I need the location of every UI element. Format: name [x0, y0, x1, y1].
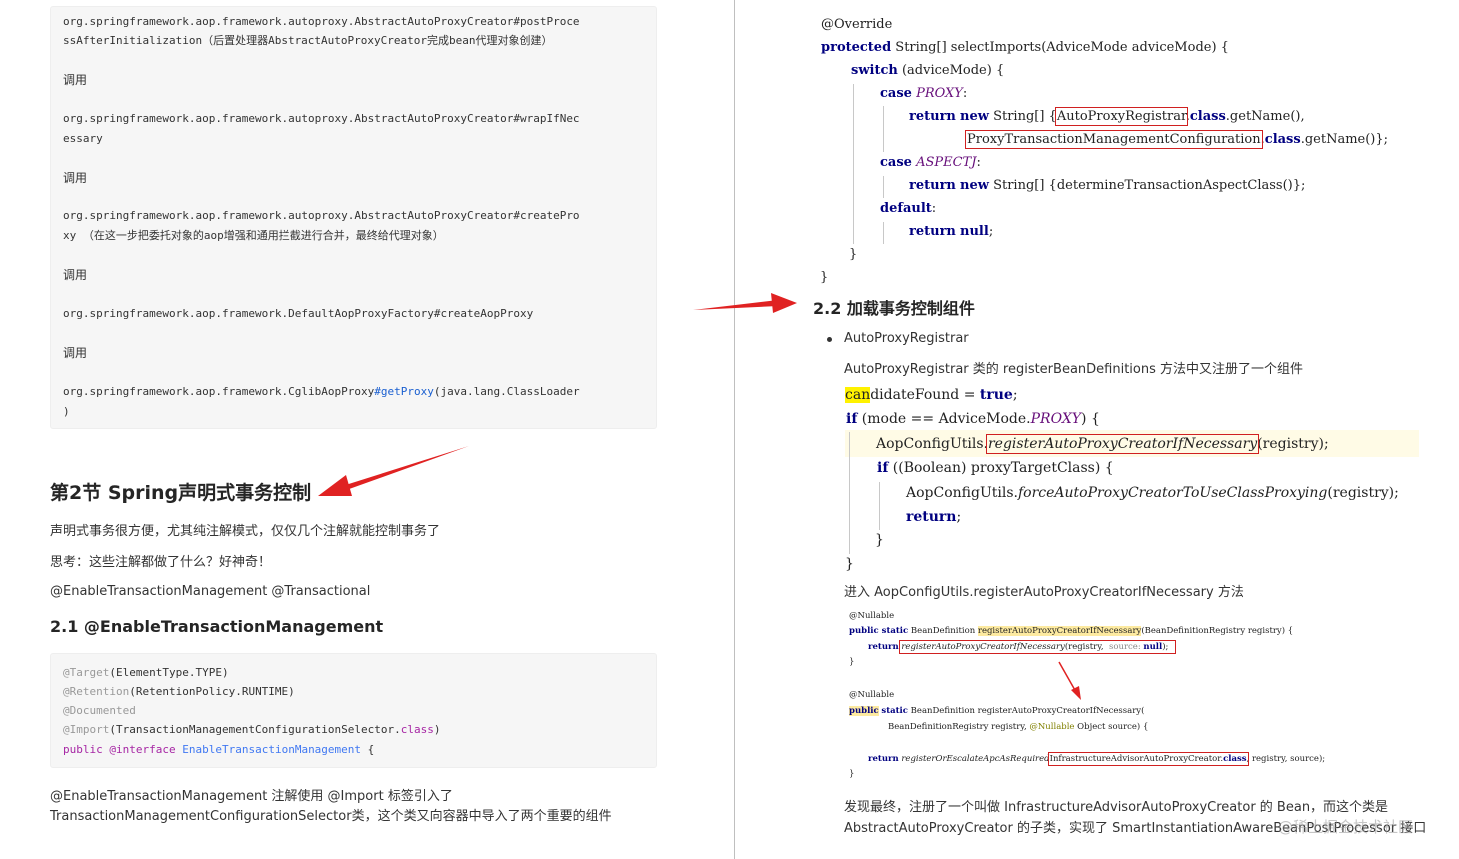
code-line: AopConfigUtils.registerAutoProxyCreatorI…	[876, 434, 1329, 454]
code-line: case PROXY:	[880, 86, 968, 101]
code-line: }	[849, 247, 858, 262]
code-line: protected String[] selectImports(AdviceM…	[821, 40, 1229, 55]
watermark: @稀土掘金技术社区	[1278, 818, 1414, 836]
paragraph: 进入 AopConfigUtils.registerAutoProxyCreat…	[844, 585, 1244, 600]
code-line: return registerOrEscalateApcAsRequiredIn…	[868, 752, 1326, 766]
code-line: switch (adviceMode) {	[851, 63, 1005, 78]
code-line: }	[849, 769, 855, 779]
code-line: case ASPECTJ:	[880, 155, 981, 170]
section-title: 第2节 Spring声明式事务控制	[50, 482, 312, 504]
indent-guide	[883, 176, 884, 198]
code-block-call-chain: org.springframework.aop.framework.autopr…	[50, 6, 657, 429]
code-line: ssAfterInitialization（后置处理器AbstractAutoP…	[63, 34, 553, 47]
indent-guide	[883, 222, 884, 244]
paragraph: TransactionManagementConfigurationSelect…	[50, 809, 612, 824]
code-line: org.springframework.aop.framework.autopr…	[63, 15, 580, 28]
highlight-box: InfrastructureAdvisorAutoProxyCreator.cl…	[1047, 752, 1249, 766]
code-line: 调用	[63, 268, 88, 282]
code-line: 调用	[63, 73, 88, 87]
indent-guide	[879, 482, 880, 530]
highlight-box: ProxyTransactionManagementConfiguration	[965, 130, 1263, 149]
section-title: 2.2 加载事务控制组件	[813, 299, 975, 318]
code-line: return new String[] {AutoProxyRegistrar.…	[909, 107, 1305, 126]
paragraph: 声明式事务很方便，尤其纯注解模式，仅仅几个注解就能控制事务了	[50, 524, 441, 539]
code-line: ProxyTransactionManagementConfiguration.…	[965, 130, 1389, 149]
code-line: }	[875, 532, 884, 548]
code-line: xy （在这一步把委托对象的aop增强和通用拦截进行合并，最终给代理对象）	[63, 229, 444, 242]
code-line: @Documented	[63, 704, 136, 717]
code-line: if (mode == AdviceMode.PROXY) {	[846, 411, 1100, 427]
code-line: org.springframework.aop.framework.CglibA…	[63, 385, 580, 398]
code-line: return registerAutoProxyCreatorIfNecessa…	[868, 640, 1177, 654]
paragraph: 发现最终，注册了一个叫做 InfrastructureAdvisorAutoPr…	[844, 800, 1389, 815]
page-divider	[734, 0, 735, 859]
indent-guide	[853, 84, 854, 244]
code-line: 调用	[63, 171, 88, 185]
arrow-to-second-method	[1058, 661, 1081, 700]
code-line: )	[63, 405, 70, 418]
bullet-item: AutoProxyRegistrar	[844, 331, 969, 346]
paragraph: AutoProxyRegistrar 类的 registerBeanDefini…	[844, 362, 1304, 377]
subsection-title: 2.1 @EnableTransactionManagement	[50, 617, 384, 636]
code-line: public static BeanDefinition registerAut…	[849, 626, 1294, 636]
code-line: return new String[] {determineTransactio…	[909, 178, 1306, 193]
code-line: @Nullable	[849, 690, 895, 700]
paragraph: 思考：这些注解都做了什么？好神奇！	[50, 555, 272, 570]
arrow-to-section-2-2	[693, 293, 797, 313]
code-line: }	[849, 657, 855, 667]
indent-guide	[883, 106, 884, 152]
code-line: BeanDefinitionRegistry registry, @Nullab…	[888, 722, 1149, 732]
paragraph: @EnableTransactionManagement 注解使用 @Impor…	[50, 789, 453, 804]
code-line: @Retention(RetentionPolicy.RUNTIME)	[63, 685, 295, 698]
code-line: public @interface EnableTransactionManag…	[63, 743, 375, 756]
code-line: candidateFound = true;	[845, 387, 1018, 403]
code-line: return;	[906, 509, 962, 525]
code-line: }	[820, 270, 829, 285]
arrow-to-section-title	[318, 446, 469, 496]
code-line: public static BeanDefinition registerAut…	[849, 706, 1145, 716]
code-line: @Nullable	[849, 611, 895, 621]
highlight-box: registerAutoProxyCreatorIfNecessary(regi…	[899, 640, 1177, 654]
code-line: @Override	[821, 17, 893, 32]
code-line: org.springframework.aop.framework.autopr…	[63, 209, 580, 222]
paragraph: @EnableTransactionManagement @Transactio…	[50, 584, 371, 599]
code-line: 调用	[63, 346, 88, 360]
code-line: if ((Boolean) proxyTargetClass) {	[877, 460, 1114, 476]
code-line: AopConfigUtils.forceAutoProxyCreatorToUs…	[906, 485, 1399, 501]
indent-guide	[849, 432, 850, 554]
code-line: org.springframework.aop.framework.autopr…	[63, 112, 580, 125]
code-block-annotation: @Target(ElementType.TYPE) @Retention(Ret…	[50, 653, 657, 768]
code-line: @Target(ElementType.TYPE)	[63, 666, 229, 679]
code-line: essary	[63, 132, 103, 145]
code-line: }	[845, 556, 854, 572]
code-line: @Import(TransactionManagementConfigurati…	[63, 723, 441, 736]
code-line: org.springframework.aop.framework.Defaul…	[63, 307, 534, 320]
code-line: default:	[880, 201, 937, 216]
highlight-box: registerAutoProxyCreatorIfNecessary	[985, 434, 1260, 454]
highlight-box: AutoProxyRegistrar	[1054, 107, 1188, 126]
code-line: return null;	[909, 224, 994, 239]
bullet-dot	[827, 337, 832, 342]
